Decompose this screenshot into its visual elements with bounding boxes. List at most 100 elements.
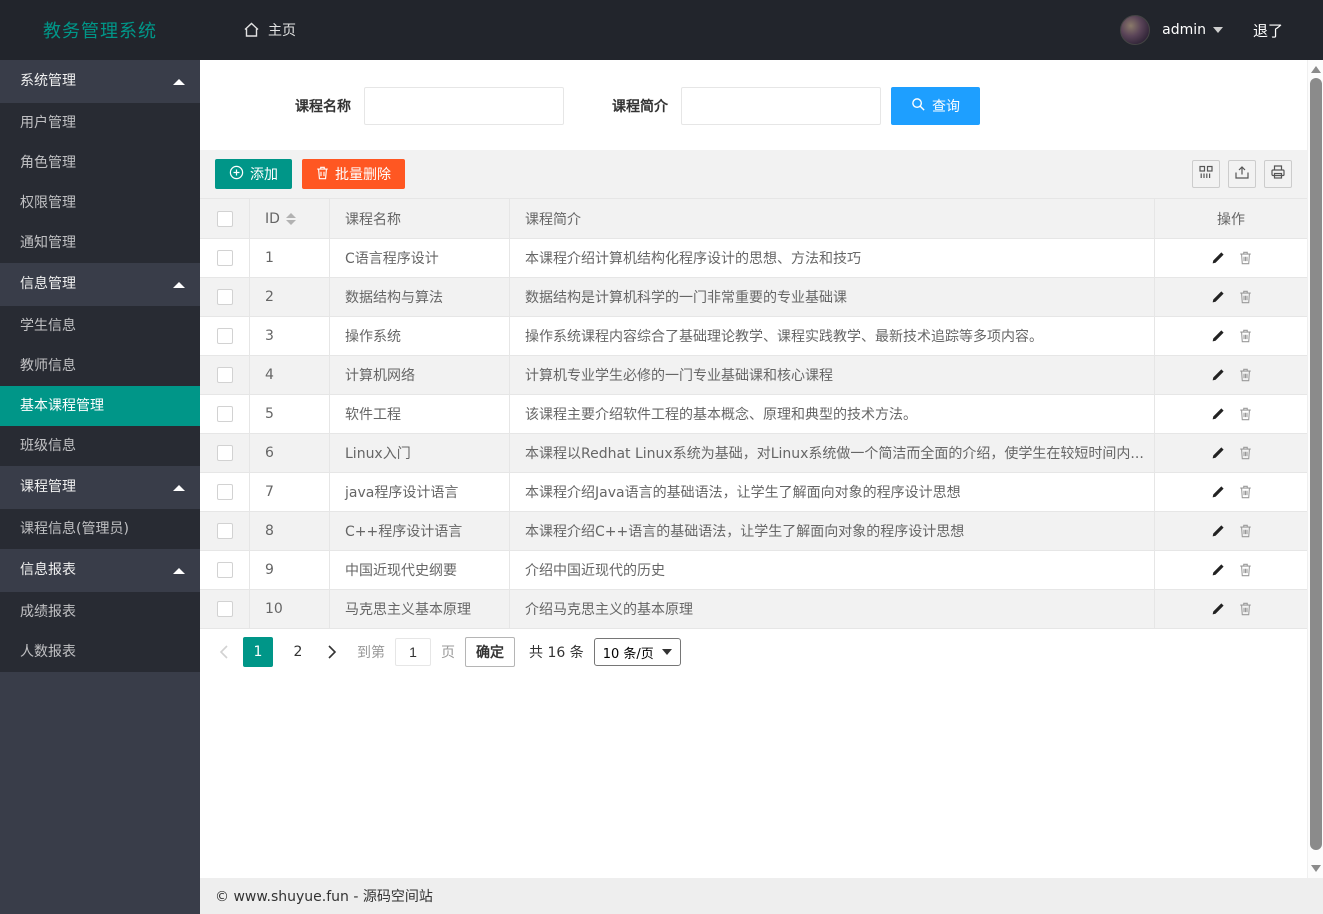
row-checkbox[interactable] (216, 289, 233, 305)
scroll-up-icon[interactable] (1311, 66, 1321, 73)
select-all-checkbox[interactable] (216, 210, 233, 227)
page-button-1[interactable]: 1 (243, 637, 273, 667)
sidebar-group-system[interactable]: 系统管理 (0, 60, 200, 103)
user-menu[interactable]: admin (1162, 22, 1223, 38)
sidebar-item-teacher-info[interactable]: 教师信息 (0, 346, 200, 386)
sidebar-item-student-info[interactable]: 学生信息 (0, 306, 200, 346)
print-button[interactable] (1264, 160, 1292, 188)
row-checkbox[interactable] (216, 328, 233, 344)
copyright-text: © www.shuyue.fun - 源码空间站 (215, 889, 433, 905)
goto-page-input[interactable] (395, 638, 431, 666)
course-intro-input[interactable] (681, 87, 881, 125)
export-button[interactable] (1228, 160, 1256, 188)
edit-icon[interactable] (1211, 524, 1225, 538)
sidebar-group-course[interactable]: 课程管理 (0, 466, 200, 509)
row-checkbox[interactable] (216, 484, 233, 500)
total-count: 共 16 条 (529, 645, 584, 661)
row-checkbox[interactable] (216, 523, 233, 539)
sidebar-item-count-report[interactable]: 人数报表 (0, 632, 200, 672)
page-footer: © www.shuyue.fun - 源码空间站 (200, 878, 1323, 914)
cell-course-intro: 本课程介绍Java语言的基础语法，让学生了解面向对象的程序设计思想 (510, 473, 1155, 511)
page-size-select[interactable]: 10 条/页 (593, 638, 681, 666)
edit-icon[interactable] (1211, 446, 1225, 460)
edit-icon[interactable] (1211, 485, 1225, 499)
edit-icon[interactable] (1211, 368, 1225, 382)
sort-icon[interactable] (285, 212, 296, 225)
batch-delete-button[interactable]: 批量删除 (302, 159, 405, 189)
delete-icon[interactable] (1239, 368, 1252, 382)
edit-icon[interactable] (1211, 563, 1225, 577)
cell-course-intro: 本课程以Redhat Linux系统为基础，对Linux系统做一个简洁而全面的介… (510, 434, 1155, 472)
delete-icon[interactable] (1239, 485, 1252, 499)
delete-icon[interactable] (1239, 407, 1252, 421)
cell-id: 1 (250, 239, 330, 277)
cell-id: 3 (250, 317, 330, 355)
row-checkbox[interactable] (216, 601, 233, 617)
nav-home[interactable]: 主页 (243, 20, 296, 40)
table-header: ID 课程名称 课程简介 操作 (200, 199, 1307, 239)
scroll-down-icon[interactable] (1311, 865, 1321, 872)
cell-id: 2 (250, 278, 330, 316)
collapse-arrow-icon (173, 485, 185, 491)
course-name-input[interactable] (364, 87, 564, 125)
edit-icon[interactable] (1211, 602, 1225, 616)
group-label: 系统管理 (20, 73, 76, 89)
columns-filter-button[interactable] (1192, 160, 1220, 188)
sidebar-group-info[interactable]: 信息管理 (0, 263, 200, 306)
cell-id: 10 (250, 590, 330, 628)
sidebar-item-notice-management[interactable]: 通知管理 (0, 223, 200, 263)
row-checkbox[interactable] (216, 250, 233, 266)
course-table: ID 课程名称 课程简介 操作 1 C语言程序设计 本课程介绍计算机结构化程序设… (200, 199, 1307, 629)
delete-icon[interactable] (1239, 524, 1252, 538)
edit-icon[interactable] (1211, 407, 1225, 421)
confirm-button[interactable]: 确定 (465, 637, 515, 667)
trash-icon (316, 166, 329, 183)
edit-icon[interactable] (1211, 251, 1225, 265)
delete-icon[interactable] (1239, 329, 1252, 343)
prev-page-icon[interactable] (215, 637, 233, 667)
goto-label: 到第 (357, 645, 385, 661)
sidebar-item-class-info[interactable]: 班级信息 (0, 426, 200, 466)
next-page-icon[interactable] (323, 637, 341, 667)
edit-icon[interactable] (1211, 290, 1225, 304)
delete-icon[interactable] (1239, 251, 1252, 265)
page-size-value: 10 条/页 (602, 646, 654, 662)
columns-icon (1198, 164, 1214, 184)
sidebar-item-user-management[interactable]: 用户管理 (0, 103, 200, 143)
cell-course-name: C++程序设计语言 (330, 512, 510, 550)
scrollbar-thumb[interactable] (1310, 78, 1322, 850)
cell-id: 4 (250, 356, 330, 394)
course-name-label: 课程名称 (295, 99, 351, 115)
row-checkbox[interactable] (216, 367, 233, 383)
cell-id: 9 (250, 551, 330, 589)
sidebar-item-permission-management[interactable]: 权限管理 (0, 183, 200, 223)
sidebar-item-course-info-admin[interactable]: 课程信息(管理员) (0, 509, 200, 549)
user-avatar[interactable] (1120, 15, 1151, 45)
sidebar-group-report[interactable]: 信息报表 (0, 549, 200, 592)
table-row: 2 数据结构与算法 数据结构是计算机科学的一门非常重要的专业基础课 (200, 278, 1307, 317)
logout-link[interactable]: 退了 (1253, 20, 1283, 41)
page-button-2[interactable]: 2 (283, 637, 313, 667)
delete-icon[interactable] (1239, 563, 1252, 577)
row-checkbox[interactable] (216, 445, 233, 461)
delete-icon[interactable] (1239, 290, 1252, 304)
sidebar-item-score-report[interactable]: 成绩报表 (0, 592, 200, 632)
delete-icon[interactable] (1239, 602, 1252, 616)
collapse-arrow-icon (173, 568, 185, 574)
add-button[interactable]: 添加 (215, 159, 292, 189)
vertical-scrollbar (1307, 60, 1323, 878)
table-row: 7 java程序设计语言 本课程介绍Java语言的基础语法，让学生了解面向对象的… (200, 473, 1307, 512)
cell-id: 7 (250, 473, 330, 511)
table-toolbar: 添加 批量删除 (200, 150, 1307, 199)
export-icon (1234, 164, 1250, 184)
row-checkbox[interactable] (216, 406, 233, 422)
row-checkbox[interactable] (216, 562, 233, 578)
cell-course-intro: 数据结构是计算机科学的一门非常重要的专业基础课 (510, 278, 1155, 316)
edit-icon[interactable] (1211, 329, 1225, 343)
query-button[interactable]: 查询 (891, 87, 980, 125)
cell-course-name: 计算机网络 (330, 356, 510, 394)
sidebar-item-role-management[interactable]: 角色管理 (0, 143, 200, 183)
cell-course-name: Linux入门 (330, 434, 510, 472)
sidebar-item-basic-course-management[interactable]: 基本课程管理 (0, 386, 200, 426)
delete-icon[interactable] (1239, 446, 1252, 460)
